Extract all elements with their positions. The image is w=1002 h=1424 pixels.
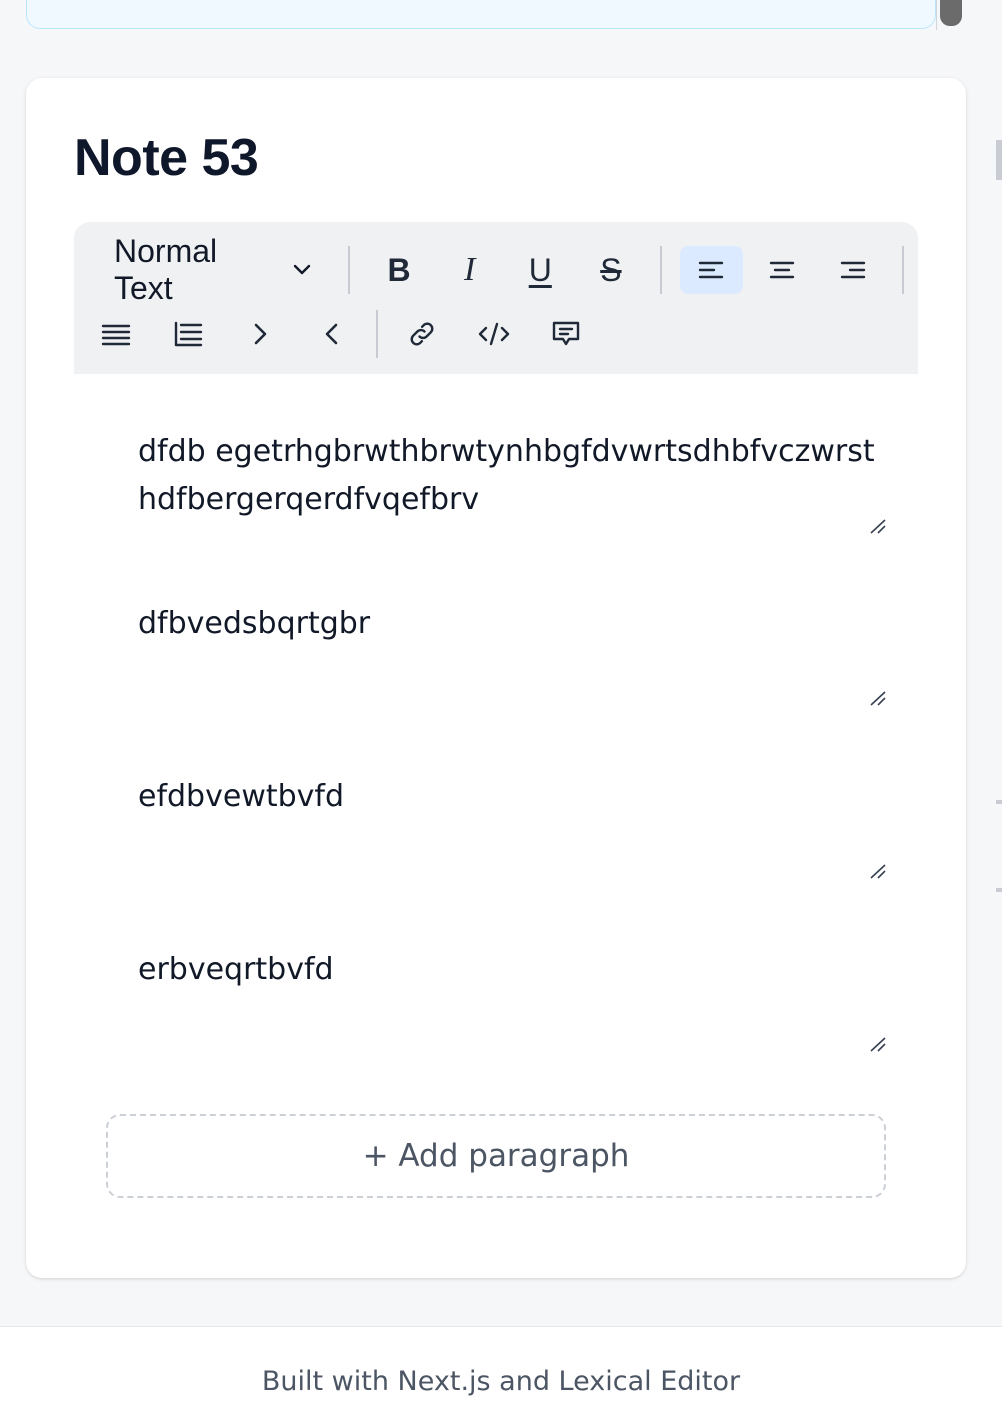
align-left-icon <box>699 261 724 279</box>
toolbar-divider <box>902 246 904 294</box>
page-footer: Built with Next.js and Lexical Editor <box>0 1326 1002 1424</box>
scrollbar-thumb[interactable] <box>940 0 962 26</box>
bold-icon: B <box>387 251 411 288</box>
toolbar-row-formatting: Normal Text B I U S <box>74 233 918 306</box>
paragraph-text: dfbvedsbqrtgbr <box>138 606 371 641</box>
bullet-list-icon <box>101 324 131 346</box>
paragraph-text: erbveqrtbvfd <box>138 952 334 987</box>
indent-button[interactable] <box>228 310 292 358</box>
resize-handle-icon[interactable] <box>868 863 888 879</box>
outdent-button[interactable] <box>300 310 364 358</box>
align-right-icon <box>840 261 865 279</box>
window-edge-mark <box>996 888 1002 892</box>
chevron-down-icon <box>290 252 314 289</box>
underline-icon: U <box>528 251 552 288</box>
numbered-list-button[interactable] <box>156 310 220 358</box>
underline-button[interactable]: U <box>509 246 572 294</box>
insert-comment-button[interactable] <box>534 310 598 358</box>
outdent-icon <box>325 323 338 345</box>
comment-icon <box>552 321 580 346</box>
insert-link-button[interactable] <box>390 310 454 358</box>
italic-icon: I <box>463 251 476 288</box>
block-type-dropdown[interactable]: Normal Text <box>74 233 334 306</box>
numbered-list-icon <box>174 321 203 347</box>
resize-handle-icon[interactable] <box>868 518 888 534</box>
toolbar-divider <box>347 246 350 294</box>
add-paragraph-button[interactable]: + Add paragraph <box>106 1114 886 1198</box>
align-center-icon <box>769 261 795 279</box>
toolbar-divider <box>660 246 663 294</box>
editor-toolbar: Normal Text B I U S <box>74 222 918 374</box>
note-card: Note 53 Normal Text B I U S dfdb egetrhg… <box>26 78 966 1278</box>
paragraph-block[interactable]: efdbvewtbvfd <box>106 773 886 913</box>
link-icon <box>410 322 434 346</box>
toolbar-row-structure <box>84 308 602 360</box>
indent-icon <box>254 323 267 345</box>
italic-button[interactable]: I <box>438 246 501 294</box>
resize-handle-icon[interactable] <box>868 1036 888 1052</box>
toolbar-divider <box>376 310 378 358</box>
window-scrollbar-edge[interactable] <box>996 140 1002 180</box>
note-title: Note 53 <box>74 129 259 187</box>
previous-note-card-edge <box>26 0 936 29</box>
paragraph-block[interactable]: dfdb egetrhgbrwthbrwtynhbgfdvwrtsdhbfvcz… <box>106 428 886 534</box>
paragraph-block[interactable]: dfbvedsbqrtgbr <box>106 600 886 740</box>
strikethrough-button[interactable]: S <box>580 246 643 294</box>
block-type-label: Normal Text <box>114 233 218 306</box>
resize-handle-icon[interactable] <box>868 690 888 706</box>
align-right-button[interactable] <box>821 246 884 294</box>
footer-text: Built with Next.js and Lexical Editor <box>261 1366 741 1397</box>
align-left-button[interactable] <box>680 246 743 294</box>
insert-code-button[interactable] <box>462 310 526 358</box>
code-icon <box>478 322 510 346</box>
strikethrough-icon: S <box>600 251 622 288</box>
window-edge-mark <box>996 800 1002 804</box>
bold-button[interactable]: B <box>368 246 431 294</box>
paragraph-text: dfdb egetrhgbrwthbrwtynhbgfdvwrtsdhbfvcz… <box>138 434 875 517</box>
bullet-list-button[interactable] <box>84 310 148 358</box>
paragraph-block[interactable]: erbveqrtbvfd <box>106 946 886 1086</box>
align-center-button[interactable] <box>751 246 814 294</box>
paragraph-text: efdbvewtbvfd <box>138 779 345 814</box>
scroll-track <box>936 0 937 30</box>
